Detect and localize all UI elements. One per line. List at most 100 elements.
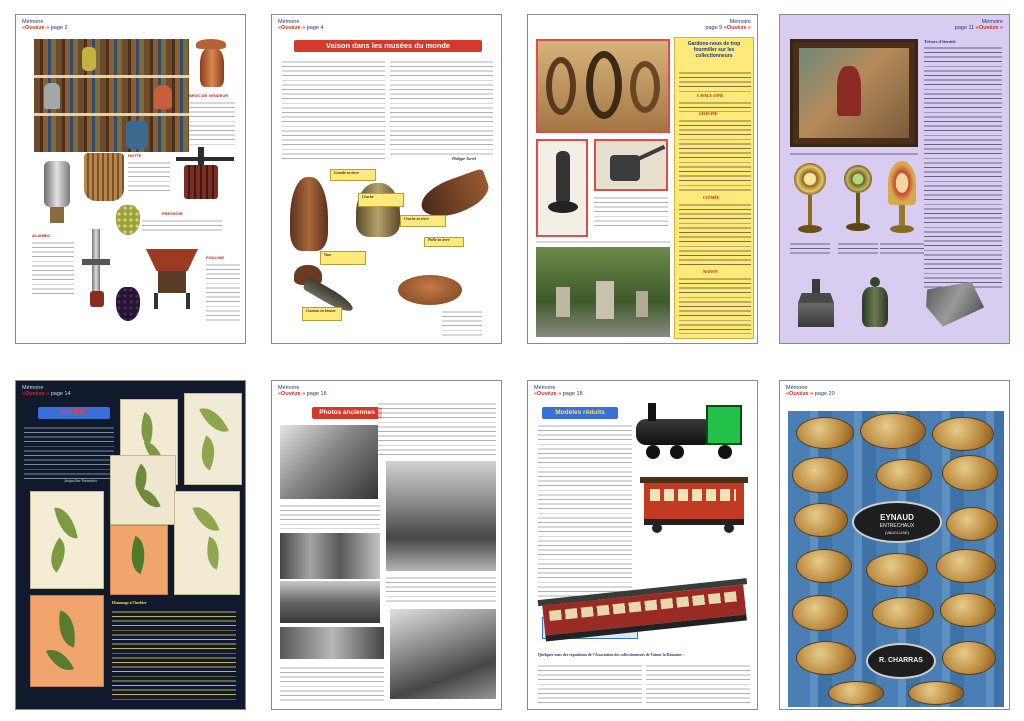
bottom-caption-text — [536, 239, 670, 245]
white-grapes-image — [116, 205, 140, 235]
subhead-giseline: GISELINE — [699, 112, 718, 116]
eynaud-name-plate: EYNAUD ENTRECHAUX (VAUCLUSE) — [852, 501, 942, 543]
brass-plate — [940, 593, 996, 627]
page-2: Mémoire «Ouvèze » page 4 Vaison dans les… — [271, 14, 502, 344]
header-page-number: page 16 — [306, 391, 327, 397]
header-page-number: page 20 — [814, 391, 835, 397]
charras-name-plate: R. CHARRAS — [866, 643, 936, 679]
poem-text — [112, 609, 236, 701]
caption-fouloir: FOULOIR — [206, 255, 224, 260]
artifact-label-4: Vase — [320, 251, 366, 265]
article-column-left — [282, 59, 385, 161]
objects-caption-2 — [838, 241, 878, 255]
wine-press-image — [170, 147, 240, 207]
terracotta-gourd-image — [290, 177, 328, 251]
page-header: Mémoire «Ouvèze » page 20 — [786, 385, 835, 397]
artifact-label-5: Poêle en terre — [424, 237, 464, 247]
header-page-number: page 11 — [954, 25, 975, 31]
eynaud-plate-region: (VAUCLUSE) — [885, 530, 909, 535]
header-brand: «Ouvèze » — [534, 391, 562, 397]
objects-caption-1 — [790, 241, 830, 255]
brass-plate — [942, 641, 996, 675]
grape-basket-image — [84, 153, 124, 201]
brass-plate — [872, 597, 934, 629]
lidded-urn-image — [858, 277, 892, 333]
exhibitions-list-right — [646, 663, 750, 703]
artifact-label-text: Cruche — [362, 195, 374, 199]
brass-plate — [866, 553, 928, 587]
collectors-section-2 — [679, 118, 751, 194]
model-red-coach-image — [640, 477, 748, 535]
article-intro-text — [378, 401, 496, 455]
section-title-banner: Herbier — [38, 407, 110, 419]
collectors-section-1 — [679, 100, 751, 112]
brass-plate — [796, 549, 852, 583]
header-brand: «Ouvèze » — [723, 25, 751, 31]
header-page-number: page 9 — [705, 25, 723, 31]
page-5: Mémoire «Ouvèze » page 14 Herbier Jacque… — [15, 380, 246, 710]
painting-caption — [790, 151, 918, 157]
brass-plate — [860, 413, 926, 449]
herbarium-sheet-2 — [184, 393, 242, 485]
caption-broc: BROC DE VENDEUR — [189, 93, 229, 98]
header-brand: «Ouvèze » — [975, 25, 1003, 31]
header-page-number: page 14 — [50, 391, 71, 397]
alembic-image — [36, 155, 76, 225]
herbarium-sheet-6 — [174, 491, 240, 595]
caption-alambic: ALAMBIC — [32, 233, 51, 238]
artifact-label-2: Cruche — [358, 193, 404, 207]
artifact-label-3: Cruche en terre — [400, 215, 446, 227]
objects-caption-3 — [880, 241, 924, 255]
brass-plate — [794, 503, 848, 537]
collectors-intro-text — [679, 70, 751, 94]
caption-fouloir-text — [206, 262, 240, 322]
page-header: Mémoire «Ouvèze » page 18 — [534, 385, 583, 397]
old-photo-crowd — [280, 627, 384, 659]
collectors-box-title: Gardons-nous de trop fourmiller sur les … — [687, 41, 741, 60]
old-photo-riverbank — [386, 461, 496, 571]
photo-caption-3 — [280, 665, 384, 701]
section-title-banner: Photos anciennes — [312, 407, 382, 419]
header-brand: «Ouvèze » — [22, 25, 50, 31]
subhead-clemee: CLÉMÉE — [703, 196, 720, 200]
oil-lamp-photo — [536, 139, 588, 237]
old-photo-street — [280, 425, 378, 499]
subhead-cavale: CAVALE ANNE — [697, 94, 724, 98]
article-column-right — [390, 59, 493, 157]
header-page-number: page 18 — [562, 391, 583, 397]
clay-jug-image — [356, 183, 400, 237]
section-title-banner: Vaison dans les musées du monde — [294, 40, 482, 52]
caption-pressoir-text — [142, 218, 222, 232]
herbarium-sheet-3 — [110, 455, 176, 525]
brass-plate — [876, 459, 932, 491]
article-heading: Trésors d'éternité — [924, 39, 956, 44]
page-7: Mémoire «Ouvèze » page 18 Modèles réduit… — [527, 380, 758, 710]
old-photo-village — [390, 609, 496, 699]
artifact-label-1: Gourde en terre — [330, 169, 376, 181]
page-header: Mémoire «Ouvèze » page 16 — [278, 385, 327, 397]
herbarium-sheet-4 — [30, 491, 104, 589]
caption-alambic-text — [32, 240, 74, 296]
page-header: Mémoire page 9 «Ouvèze » — [705, 19, 751, 31]
artifact-label-text: Vase — [324, 253, 332, 257]
photo-caption-1 — [280, 503, 380, 529]
shelves-of-objects-photo — [34, 39, 189, 152]
caption-hotte: HOTTE — [128, 153, 142, 158]
exhibitions-list-left — [538, 663, 642, 703]
artifact-label-text: Gourde en terre — [334, 171, 359, 175]
garden-cemetery-photo — [536, 247, 670, 337]
exhibitions-list-title: Quelques-unes des expositions de l'Assoc… — [538, 653, 684, 657]
brass-plate — [936, 549, 996, 583]
brass-plate — [828, 681, 884, 705]
reliquary-arch-image — [882, 161, 922, 235]
caption-pressoir: PRESSOIR — [162, 211, 183, 216]
old-photo-group — [280, 533, 380, 579]
eynaud-plate-town: ENTRECHAUX — [879, 523, 915, 529]
header-brand: «Ouvèze » — [278, 25, 306, 31]
page-header: Mémoire «Ouvèze » page 2 — [22, 19, 68, 31]
article-text — [924, 45, 1002, 289]
copper-jug-image — [194, 37, 230, 89]
page-3: Mémoire page 9 «Ouvèze » Gardons-nous de… — [527, 14, 758, 344]
brass-plate — [932, 417, 994, 451]
herbarium-sheet-5 — [110, 525, 168, 595]
